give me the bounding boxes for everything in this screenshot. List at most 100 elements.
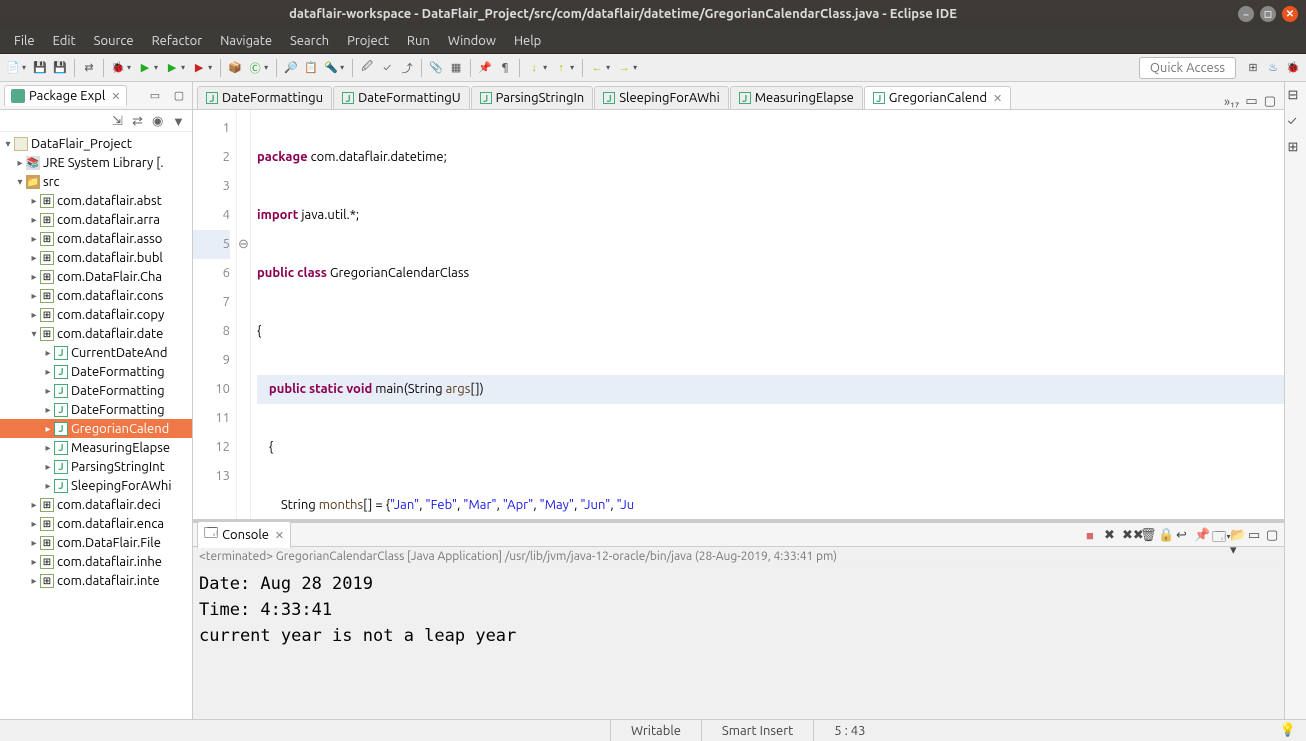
close-icon[interactable]: ✕: [111, 90, 120, 103]
word-wrap-icon[interactable]: ↩: [1176, 528, 1190, 542]
window-maximize-button[interactable]: ◻: [1260, 6, 1276, 22]
scroll-lock-icon[interactable]: 🔒: [1158, 528, 1172, 542]
dropdown-icon[interactable]: ▾: [208, 63, 212, 72]
editor-tab[interactable]: JMeasuringElapse: [730, 86, 863, 109]
editor-tab[interactable]: JDateFormattingu: [197, 86, 332, 109]
menu-refactor[interactable]: Refactor: [144, 31, 211, 51]
new-icon[interactable]: 📄: [4, 59, 22, 77]
package-node[interactable]: ▸⊞com.dataflair.deci: [0, 495, 192, 514]
editor-tab[interactable]: JDateFormattingU: [333, 86, 470, 109]
console-tab[interactable]: 🗔 Console ✕: [197, 521, 291, 548]
package-node[interactable]: ▸⊞com.dataflair.copy: [0, 305, 192, 324]
dropdown-icon[interactable]: ▾: [340, 63, 344, 72]
menu-search[interactable]: Search: [282, 31, 337, 51]
package-node[interactable]: ▸⊞com.dataflair.asso: [0, 229, 192, 248]
editor-tab-active[interactable]: JGregorianCalend✕: [864, 86, 1011, 109]
coverage-icon[interactable]: ▶: [163, 59, 181, 77]
package-node[interactable]: ▸⊞com.dataflair.arra: [0, 210, 192, 229]
toggle-icon[interactable]: ✓: [378, 59, 396, 77]
open-perspective-icon[interactable]: ⊞: [1244, 59, 1262, 77]
external-tools-icon[interactable]: ▶: [190, 59, 208, 77]
package-tree[interactable]: ▾DataFlair_Project ▸📚JRE System Library …: [0, 132, 192, 719]
menu-project[interactable]: Project: [339, 31, 397, 51]
whitespace-icon[interactable]: ¶: [496, 59, 514, 77]
java-file-node[interactable]: ▸JDateFormatting: [0, 400, 192, 419]
code-content[interactable]: package com.dataflair.datetime; import j…: [251, 110, 1284, 519]
quick-access-input[interactable]: Quick Access: [1139, 57, 1236, 79]
dropdown-icon[interactable]: ▾: [543, 63, 547, 72]
dropdown-icon[interactable]: ▾: [181, 63, 185, 72]
menu-run[interactable]: Run: [399, 31, 438, 51]
search-icon[interactable]: 🔦: [322, 59, 340, 77]
menu-navigate[interactable]: Navigate: [212, 31, 280, 51]
dropdown-icon[interactable]: ▾: [264, 63, 268, 72]
maximize-view-icon[interactable]: ▢: [1264, 94, 1276, 109]
console-output[interactable]: Date: Aug 28 2019 Time: 4:33:41 current …: [193, 567, 1284, 719]
maximize-view-icon[interactable]: ▢: [1266, 528, 1280, 542]
package-node[interactable]: ▸⊞com.dataflair.bubl: [0, 248, 192, 267]
dropdown-icon[interactable]: ▾: [606, 63, 610, 72]
dropdown-icon[interactable]: ▾: [570, 63, 574, 72]
package-node[interactable]: ▸⊞com.dataflair.abst: [0, 191, 192, 210]
display-console-icon[interactable]: 🗔▾: [1212, 528, 1226, 542]
menu-edit[interactable]: Edit: [45, 31, 84, 51]
wand-icon[interactable]: 🖉: [358, 59, 376, 77]
java-file-node[interactable]: ▸JDateFormatting: [0, 362, 192, 381]
pin-console-icon[interactable]: 📌: [1194, 528, 1208, 542]
new-class-icon[interactable]: Ⓒ: [246, 59, 264, 77]
dropdown-icon[interactable]: ▾: [127, 63, 131, 72]
jre-node[interactable]: ▸📚JRE System Library [.: [0, 153, 192, 172]
folding-gutter[interactable]: ⊖: [237, 110, 251, 519]
open-console-icon[interactable]: 📂▾: [1230, 528, 1244, 542]
menu-window[interactable]: Window: [440, 31, 504, 51]
package-node[interactable]: ▸⊞com.dataflair.inte: [0, 571, 192, 590]
prev-annotation-icon[interactable]: ↑: [552, 59, 570, 77]
java-file-node-selected[interactable]: ▸JGregorianCalend: [0, 419, 192, 438]
java-file-node[interactable]: ▸JMeasuringElapse: [0, 438, 192, 457]
annotation-icon[interactable]: 📎: [427, 59, 445, 77]
window-minimize-button[interactable]: –: [1238, 6, 1254, 22]
maximize-view-icon[interactable]: ▢: [170, 87, 188, 105]
terminate-icon[interactable]: ■: [1086, 528, 1100, 542]
java-file-node[interactable]: ▸JCurrentDateAnd: [0, 343, 192, 362]
back-icon[interactable]: ←: [588, 59, 606, 77]
new-package-icon[interactable]: 📦: [226, 59, 244, 77]
window-close-button[interactable]: ✕: [1282, 6, 1298, 22]
editor-tab[interactable]: JParsingStringIn: [471, 86, 594, 109]
collapse-all-icon[interactable]: ⇲: [112, 114, 126, 128]
code-editor[interactable]: 12345678910111213 ⊖ package com.dataflai…: [193, 110, 1284, 519]
menu-file[interactable]: File: [6, 31, 43, 51]
java-perspective-icon[interactable]: ♨: [1264, 59, 1282, 77]
close-icon[interactable]: ✕: [993, 92, 1002, 105]
package-node[interactable]: ▸⊞com.DataFlair.Cha: [0, 267, 192, 286]
run-icon[interactable]: ▶: [136, 59, 154, 77]
package-node[interactable]: ▸⊞com.DataFlair.File: [0, 533, 192, 552]
skip-icon[interactable]: ⤴: [398, 59, 416, 77]
minimize-view-icon[interactable]: ▭: [1245, 94, 1257, 109]
package-node[interactable]: ▸⊞com.dataflair.cons: [0, 286, 192, 305]
editor-overflow-button[interactable]: »₁₇: [1224, 95, 1239, 109]
close-icon[interactable]: ✕: [275, 529, 284, 542]
menu-help[interactable]: Help: [506, 31, 549, 51]
menu-source[interactable]: Source: [86, 31, 142, 51]
next-annotation-icon[interactable]: ↓: [525, 59, 543, 77]
minimize-view-icon[interactable]: ▭: [146, 87, 164, 105]
java-file-node[interactable]: ▸JDateFormatting: [0, 381, 192, 400]
task-list-icon[interactable]: ✓: [1288, 114, 1304, 130]
remove-all-icon[interactable]: ✖✖: [1122, 528, 1136, 542]
debug-icon[interactable]: 🐞: [109, 59, 127, 77]
restore-icon[interactable]: ⊟: [1288, 88, 1304, 104]
outline-icon[interactable]: ⊞: [1288, 140, 1304, 156]
view-menu-icon[interactable]: ▼: [172, 114, 186, 128]
dropdown-icon[interactable]: ▾: [22, 63, 26, 72]
remove-launch-icon[interactable]: ✖: [1104, 528, 1118, 542]
focus-icon[interactable]: ◉: [152, 114, 166, 128]
clear-icon[interactable]: 🗑: [1140, 528, 1154, 542]
dropdown-icon[interactable]: ▾: [154, 63, 158, 72]
java-file-node[interactable]: ▸JParsingStringInt: [0, 457, 192, 476]
project-node[interactable]: ▾DataFlair_Project: [0, 134, 192, 153]
package-node-open[interactable]: ▾⊞com.dataflair.date: [0, 324, 192, 343]
link-editor-icon[interactable]: ⇄: [132, 114, 146, 128]
java-file-node[interactable]: ▸JSleepingForAWhi: [0, 476, 192, 495]
save-all-icon[interactable]: 💾: [51, 59, 69, 77]
